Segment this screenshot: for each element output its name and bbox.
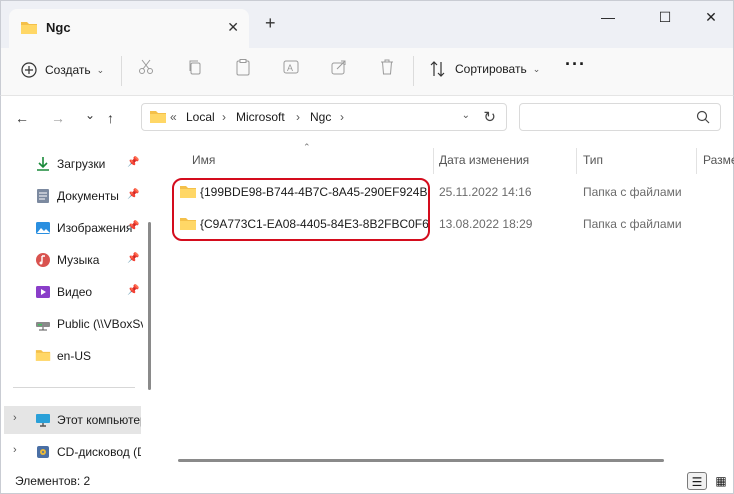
- more-options-button[interactable]: ···: [565, 54, 586, 75]
- computer-icon: [35, 412, 51, 428]
- highlight-outline: [172, 178, 430, 241]
- tiles-view-icon[interactable]: ▦: [711, 472, 731, 490]
- documents-icon: [35, 188, 51, 204]
- sidebar-item-label: en-US: [57, 349, 92, 363]
- file-date: 13.08.2022 18:29: [439, 217, 533, 231]
- refresh-icon[interactable]: ↻: [483, 108, 496, 126]
- sidebar-item-video[interactable]: Видео 📌: [1, 278, 151, 306]
- file-type: Папка с файлами: [583, 185, 682, 199]
- rename-icon[interactable]: A: [282, 58, 302, 78]
- up-button[interactable]: ↑: [107, 110, 114, 126]
- folder-icon: [35, 348, 51, 364]
- pin-icon: 📌: [127, 189, 140, 200]
- sort-ascending-icon: ⌃: [303, 142, 311, 152]
- folder-icon: [20, 20, 38, 38]
- recent-locations-button[interactable]: ⌄: [85, 108, 95, 122]
- copy-icon[interactable]: [186, 58, 206, 78]
- new-tab-button[interactable]: +: [265, 14, 276, 32]
- breadcrumb-ngc[interactable]: Ngc: [310, 110, 331, 124]
- chevron-down-icon: ⌄: [96, 64, 105, 75]
- close-window-button[interactable]: ✕: [698, 9, 724, 29]
- sort-button[interactable]: Сортировать ⌄: [429, 58, 540, 80]
- sidebar-item-en-us[interactable]: en-US: [1, 342, 151, 370]
- network-drive-icon: [35, 316, 51, 332]
- horizontal-scrollbar[interactable]: [178, 459, 664, 462]
- file-date: 25.11.2022 14:16: [439, 185, 532, 199]
- sidebar-item-documents[interactable]: Документы 📌: [1, 182, 151, 210]
- breadcrumb-microsoft[interactable]: Microsoft: [236, 110, 285, 124]
- title-bar: Ngc ✕ + — ☐ ✕: [0, 0, 734, 49]
- sidebar-item-cd-drive[interactable]: › CD-дисковод (D:): [1, 438, 151, 466]
- sort-label: Сортировать: [455, 62, 527, 76]
- search-input[interactable]: [519, 103, 721, 131]
- download-icon: [35, 156, 51, 172]
- pin-icon: 📌: [127, 157, 140, 168]
- sidebar-item-music[interactable]: Музыка 📌: [1, 246, 151, 274]
- sidebar-item-label: Этот компьютер: [57, 413, 141, 427]
- sidebar-item-pictures[interactable]: Изображения 📌: [1, 214, 151, 242]
- column-separator[interactable]: [576, 148, 577, 174]
- close-tab-icon[interactable]: ✕: [227, 19, 239, 36]
- item-count: Элементов: 2: [15, 474, 91, 488]
- breadcrumb-separator[interactable]: ›: [340, 110, 344, 124]
- sidebar-scrollbar[interactable]: [148, 222, 151, 390]
- delete-icon[interactable]: [378, 58, 398, 78]
- details-view-icon[interactable]: ☰: [687, 472, 707, 490]
- pin-icon: 📌: [127, 285, 140, 296]
- sidebar-item-label: Public (\\VBoxSvr): [57, 317, 143, 331]
- create-button[interactable]: Создать ⌄: [21, 58, 104, 82]
- minimize-button[interactable]: —: [595, 9, 621, 29]
- music-icon: [35, 252, 51, 268]
- column-header-name[interactable]: Имя: [192, 153, 215, 167]
- cd-drive-icon: [35, 444, 51, 460]
- toolbar-divider: [121, 56, 122, 86]
- pictures-icon: [35, 220, 51, 236]
- file-type: Папка с файлами: [583, 217, 682, 231]
- pin-icon: 📌: [127, 221, 140, 232]
- plus-circle-icon: [21, 62, 37, 78]
- chevron-down-icon: ⌄: [532, 63, 541, 74]
- breadcrumb-overflow[interactable]: «: [170, 110, 177, 124]
- command-bar: Создать ⌄ A Сортировать ⌄ ···: [0, 48, 734, 96]
- create-label: Создать: [45, 63, 91, 77]
- address-dropdown-icon[interactable]: ⌄: [462, 110, 470, 121]
- file-list: ⌃ Имя Дата изменения Тип Разме {199BDE98…: [158, 142, 734, 470]
- toolbar-divider: [413, 56, 414, 86]
- column-header-date[interactable]: Дата изменения: [439, 153, 529, 167]
- column-header-size[interactable]: Разме: [703, 153, 734, 167]
- tab-ngc[interactable]: Ngc ✕: [9, 9, 249, 49]
- expand-chevron-icon[interactable]: ›: [13, 444, 17, 456]
- forward-button[interactable]: →: [51, 110, 65, 126]
- column-separator[interactable]: [433, 148, 434, 174]
- breadcrumb-local[interactable]: Local: [186, 110, 215, 124]
- video-icon: [35, 284, 51, 300]
- maximize-button[interactable]: ☐: [652, 9, 678, 29]
- breadcrumb-separator[interactable]: ›: [296, 110, 300, 124]
- pin-icon: 📌: [127, 253, 140, 264]
- breadcrumb-separator[interactable]: ›: [222, 110, 226, 124]
- sidebar-item-downloads[interactable]: Загрузки 📌: [1, 150, 151, 178]
- share-icon[interactable]: [330, 58, 350, 78]
- cut-icon[interactable]: [137, 58, 157, 78]
- expand-chevron-icon[interactable]: ›: [13, 412, 17, 424]
- address-bar[interactable]: « Local › Microsoft › Ngc › ⌄ ↻: [141, 103, 507, 131]
- sidebar-item-public-share[interactable]: Public (\\VBoxSvr): [1, 310, 151, 338]
- svg-text:A: A: [287, 63, 293, 73]
- folder-icon: [149, 109, 167, 127]
- sidebar-item-label: CD-дисковод (D:): [57, 445, 141, 459]
- back-button[interactable]: ←: [15, 110, 29, 126]
- column-header-type[interactable]: Тип: [583, 153, 603, 167]
- status-bar: Элементов: 2 ☰ ▦: [0, 470, 734, 494]
- sort-icon: [430, 61, 445, 77]
- navigation-bar: ← → ⌄ ↑ « Local › Microsoft › Ngc › ⌄ ↻: [0, 96, 734, 144]
- column-separator[interactable]: [696, 148, 697, 174]
- sidebar-item-this-pc[interactable]: › Этот компьютер: [4, 406, 141, 434]
- navigation-pane: Загрузки 📌 Документы 📌 Изображения 📌 Муз…: [0, 144, 158, 470]
- tab-title: Ngc: [46, 20, 71, 35]
- sidebar-divider: [13, 387, 135, 388]
- search-icon: [696, 110, 710, 127]
- paste-icon[interactable]: [234, 58, 254, 78]
